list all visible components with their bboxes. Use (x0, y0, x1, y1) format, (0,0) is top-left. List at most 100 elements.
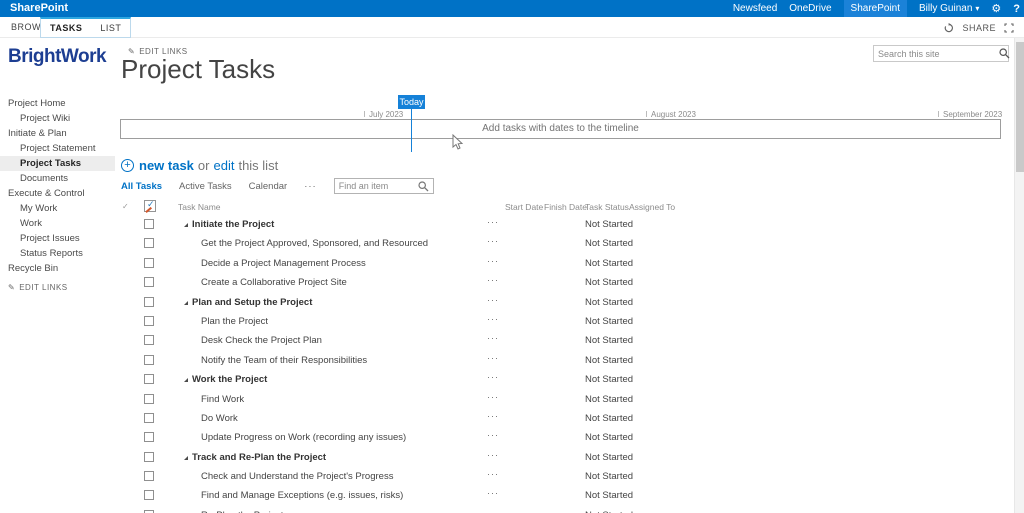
sidebar-item-execute-control[interactable]: Execute & Control (0, 186, 115, 201)
row-checkbox[interactable] (144, 490, 154, 500)
task-menu-ellipsis[interactable]: ··· (487, 508, 499, 513)
column-header-start-date[interactable]: Start Date (505, 202, 543, 212)
task-name-link[interactable]: Create a Collaborative Project Site (201, 277, 347, 288)
collapse-triangle-icon[interactable] (184, 301, 188, 305)
row-checkbox[interactable] (144, 394, 154, 404)
search-icon[interactable] (418, 181, 429, 192)
row-checkbox[interactable] (144, 471, 154, 481)
tab-list[interactable]: LIST (91, 19, 130, 37)
task-name-link[interactable]: Notify the Team of their Responsibilitie… (201, 355, 367, 366)
table-row[interactable]: Desk Check the Project Plan···Not Starte… (0, 331, 1010, 350)
task-name-link[interactable]: Do Work (201, 413, 238, 424)
site-search-input[interactable] (874, 49, 999, 59)
sidebar-item-project-tasks[interactable]: Project Tasks (0, 156, 115, 171)
select-all-icon[interactable] (144, 200, 156, 212)
table-row[interactable]: Check and Understand the Project's Progr… (0, 467, 1010, 486)
task-name-link[interactable]: Decide a Project Management Process (201, 258, 366, 269)
sidebar-item-project-wiki[interactable]: Project Wiki (0, 111, 115, 126)
table-row[interactable]: Get the Project Approved, Sponsored, and… (0, 234, 1010, 253)
column-header-task-name[interactable]: Task Name (178, 202, 221, 212)
focus-mode-icon[interactable] (1004, 23, 1014, 33)
table-row[interactable]: Create a Collaborative Project Site···No… (0, 273, 1010, 292)
row-checkbox[interactable] (144, 316, 154, 326)
table-row[interactable]: Update Progress on Work (recording any i… (0, 428, 1010, 447)
table-row[interactable]: Track and Re-Plan the Project···Not Star… (0, 448, 1010, 467)
view-tab-calendar[interactable]: Calendar (249, 181, 288, 192)
brightwork-logo[interactable]: BrightWork (8, 46, 106, 68)
task-name-link[interactable]: Check and Understand the Project's Progr… (201, 471, 393, 482)
column-header-task-status[interactable]: Task Status (585, 202, 629, 212)
task-name-link[interactable]: Plan and Setup the Project (192, 297, 312, 308)
row-checkbox[interactable] (144, 413, 154, 423)
help-icon[interactable]: ? (1013, 3, 1020, 15)
task-menu-ellipsis[interactable]: ··· (487, 333, 499, 343)
views-more-ellipsis[interactable]: ··· (304, 181, 317, 192)
task-menu-ellipsis[interactable]: ··· (487, 217, 499, 227)
row-checkbox[interactable] (144, 355, 154, 365)
table-row[interactable]: Work the Project···Not Started (0, 370, 1010, 389)
task-menu-ellipsis[interactable]: ··· (487, 275, 499, 285)
edit-list-link[interactable]: edit (213, 158, 234, 173)
task-name-link[interactable]: Track and Re-Plan the Project (192, 452, 326, 463)
find-item-input[interactable] (335, 181, 418, 191)
row-checkbox[interactable] (144, 374, 154, 384)
table-row[interactable]: Re-Plan the Project···Not Started (0, 506, 1010, 513)
vertical-scrollbar[interactable] (1014, 38, 1024, 513)
task-menu-ellipsis[interactable]: ··· (487, 411, 499, 421)
collapse-triangle-icon[interactable] (184, 456, 188, 460)
row-checkbox[interactable] (144, 219, 154, 229)
task-name-link[interactable]: Update Progress on Work (recording any i… (201, 432, 406, 443)
collapse-triangle-icon[interactable] (184, 378, 188, 382)
task-name-link[interactable]: Get the Project Approved, Sponsored, and… (201, 238, 428, 249)
column-header-assigned-to[interactable]: Assigned To (629, 202, 675, 212)
timeline[interactable]: July 2023August 2023September 2023 Add t… (120, 119, 1001, 139)
row-checkbox[interactable] (144, 335, 154, 345)
collapse-triangle-icon[interactable] (184, 223, 188, 227)
task-menu-ellipsis[interactable]: ··· (487, 314, 499, 324)
table-row[interactable]: Notify the Team of their Responsibilitie… (0, 351, 1010, 370)
task-name-link[interactable]: Desk Check the Project Plan (201, 335, 322, 346)
table-row[interactable]: Decide a Project Management Process···No… (0, 254, 1010, 273)
table-row[interactable]: Initiate the Project···Not Started (0, 215, 1010, 234)
suite-link-sharepoint[interactable]: SharePoint (844, 0, 907, 17)
share-button[interactable]: SHARE (962, 23, 996, 33)
table-row[interactable]: Plan the Project···Not Started (0, 312, 1010, 331)
task-name-link[interactable]: Find and Manage Exceptions (e.g. issues,… (201, 490, 403, 501)
row-checkbox[interactable] (144, 277, 154, 287)
task-menu-ellipsis[interactable]: ··· (487, 488, 499, 498)
task-name-link[interactable]: Find Work (201, 394, 244, 405)
tab-tasks[interactable]: TASKS (41, 19, 91, 37)
sidebar-item-documents[interactable]: Documents (0, 171, 115, 186)
view-tab-all-tasks[interactable]: All Tasks (121, 181, 162, 192)
table-row[interactable]: Find and Manage Exceptions (e.g. issues,… (0, 486, 1010, 505)
search-icon[interactable] (999, 48, 1010, 59)
sidebar-item-project-home[interactable]: Project Home (0, 96, 115, 111)
suite-link-newsfeed[interactable]: Newsfeed (733, 0, 777, 17)
task-menu-ellipsis[interactable]: ··· (487, 236, 499, 246)
table-row[interactable]: Find Work···Not Started (0, 390, 1010, 409)
task-menu-ellipsis[interactable]: ··· (487, 295, 499, 305)
gear-icon[interactable]: ⚙ (991, 0, 1001, 17)
new-task-link[interactable]: new task (139, 158, 194, 173)
sidebar-item-initiate-plan[interactable]: Initiate & Plan (0, 126, 115, 141)
task-menu-ellipsis[interactable]: ··· (487, 353, 499, 363)
row-checkbox[interactable] (144, 238, 154, 248)
row-checkbox[interactable] (144, 297, 154, 307)
task-name-link[interactable]: Work the Project (192, 374, 267, 385)
plus-circle-icon[interactable]: + (121, 159, 134, 172)
task-name-link[interactable]: Initiate the Project (192, 219, 274, 230)
table-row[interactable]: Plan and Setup the Project···Not Started (0, 293, 1010, 312)
task-menu-ellipsis[interactable]: ··· (487, 450, 499, 460)
column-header-finish-date[interactable]: Finish Date (544, 202, 587, 212)
suite-link-onedrive[interactable]: OneDrive (789, 0, 831, 17)
task-menu-ellipsis[interactable]: ··· (487, 430, 499, 440)
scrollbar-thumb[interactable] (1016, 42, 1024, 172)
view-tab-active-tasks[interactable]: Active Tasks (179, 181, 232, 192)
task-menu-ellipsis[interactable]: ··· (487, 372, 499, 382)
task-menu-ellipsis[interactable]: ··· (487, 469, 499, 479)
row-checkbox[interactable] (144, 432, 154, 442)
table-row[interactable]: Do Work···Not Started (0, 409, 1010, 428)
sidebar-item-project-statement[interactable]: Project Statement (0, 141, 115, 156)
task-name-link[interactable]: Plan the Project (201, 316, 268, 327)
row-checkbox[interactable] (144, 258, 154, 268)
